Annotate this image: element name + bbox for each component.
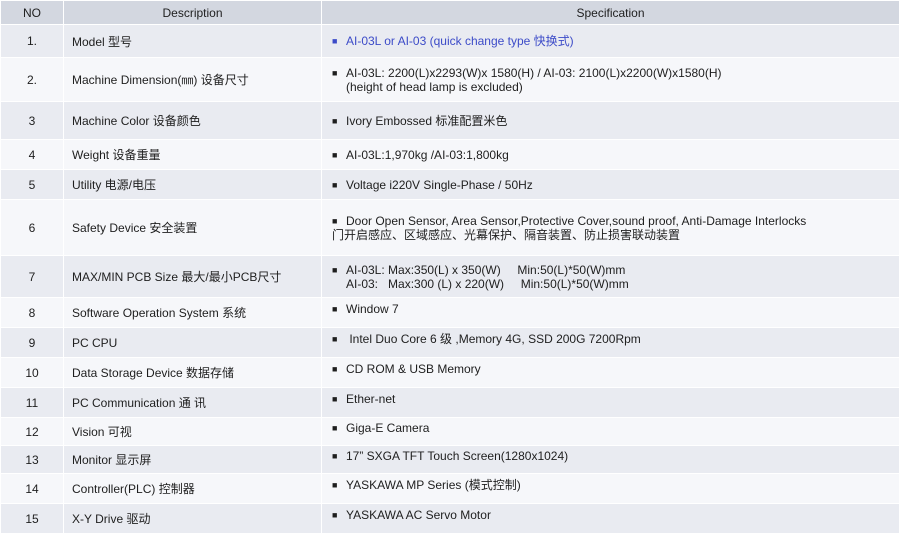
table-row: 3 Machine Color 设备颜色 ■ Ivory Embossed 标准… bbox=[0, 101, 900, 140]
spec-text: CD ROM & USB Memory bbox=[346, 362, 481, 376]
spec-text: YASKAWA MP Series (模式控制) bbox=[346, 478, 521, 492]
header-no: NO bbox=[0, 0, 64, 25]
bullet-icon: ■ bbox=[332, 215, 338, 226]
row-specification: ■ AI-03L: 2200(L)x2293(W)x 1580(H) / AI-… bbox=[321, 57, 900, 102]
bullet-icon: ■ bbox=[332, 304, 338, 314]
bullet-icon: ■ bbox=[332, 334, 338, 344]
row-number: 14 bbox=[0, 473, 64, 504]
row-specification: ■ Ether-net bbox=[321, 387, 900, 418]
bullet-icon: ■ bbox=[332, 179, 338, 190]
row-number: 5 bbox=[0, 169, 64, 200]
bullet-icon: ■ bbox=[332, 451, 338, 461]
row-number: 8 bbox=[0, 297, 64, 328]
row-description: Safety Device 安全装置 bbox=[63, 199, 322, 256]
row-number: 6 bbox=[0, 199, 64, 256]
row-specification: ■ AI-03L: Max:350(L) x 350(W) Min:50(L)*… bbox=[321, 255, 900, 298]
spec-text: Giga-E Camera bbox=[346, 421, 430, 435]
row-number: 11 bbox=[0, 387, 64, 418]
row-specification: ■ Voltage i220V Single-Phase / 50Hz bbox=[321, 169, 900, 200]
table-row: 10 Data Storage Device 数据存储 ■ CD ROM & U… bbox=[0, 357, 900, 388]
table-row: 1. Model 型号 ■ AI-03L or AI-03 (quick cha… bbox=[0, 24, 900, 58]
spec-text-line2: 门开启感应、区域感应、光幕保护、隔音装置、防止损害联动装置 bbox=[332, 227, 681, 242]
row-number: 3 bbox=[0, 101, 64, 140]
spec-text: Ivory Embossed 标准配置米色 bbox=[346, 113, 508, 128]
spec-text: Door Open Sensor, Area Sensor,Protective… bbox=[346, 213, 807, 228]
row-description: Machine Dimension(㎜) 设备尺寸 bbox=[63, 57, 322, 102]
row-number: 13 bbox=[0, 445, 64, 474]
row-description: Data Storage Device 数据存储 bbox=[63, 357, 322, 388]
row-number: 4 bbox=[0, 139, 64, 170]
table-row: 14 Controller(PLC) 控制器 ■ YASKAWA MP Seri… bbox=[0, 473, 900, 504]
row-number: 2. bbox=[0, 57, 64, 102]
row-description: PC CPU bbox=[63, 327, 322, 358]
row-specification: ■ AI-03L or AI-03 (quick change type 快换式… bbox=[321, 24, 900, 58]
row-number: 9 bbox=[0, 327, 64, 358]
header-specification: Specification bbox=[321, 0, 900, 25]
table-row: 2. Machine Dimension(㎜) 设备尺寸 ■ AI-03L: 2… bbox=[0, 57, 900, 102]
row-specification: ■ CD ROM & USB Memory bbox=[321, 357, 900, 388]
row-description: Model 型号 bbox=[63, 24, 322, 58]
bullet-icon: ■ bbox=[332, 115, 338, 126]
bullet-icon: ■ bbox=[332, 423, 338, 433]
row-number: 10 bbox=[0, 357, 64, 388]
row-specification: ■ YASKAWA MP Series (模式控制) bbox=[321, 473, 900, 504]
row-description: Monitor 显示屏 bbox=[63, 445, 322, 474]
row-specification: ■ AI-03L:1,970kg /AI-03:1,800kg bbox=[321, 139, 900, 170]
row-specification: ■ Ivory Embossed 标准配置米色 bbox=[321, 101, 900, 140]
spec-text: AI-03L or AI-03 (quick change type 快换式) bbox=[346, 34, 574, 48]
table-row: 11 PC Communication 通 讯 ■ Ether-net bbox=[0, 387, 900, 418]
bullet-icon: ■ bbox=[332, 149, 338, 160]
table-row: 7 MAX/MIN PCB Size 最大/最小PCB尺寸 ■ AI-03L: … bbox=[0, 255, 900, 298]
table-row: 9 PC CPU ■ Intel Duo Core 6 级 ,Memory 4G… bbox=[0, 327, 900, 358]
specification-table: NO Description Specification 1. Model 型号… bbox=[0, 0, 900, 534]
row-specification: ■ Window 7 bbox=[321, 297, 900, 328]
bullet-icon: ■ bbox=[332, 264, 338, 275]
table-header-row: NO Description Specification bbox=[0, 0, 900, 25]
spec-text: 17” SXGA TFT Touch Screen(1280x1024) bbox=[346, 449, 569, 463]
spec-text: AI-03L:1,970kg /AI-03:1,800kg bbox=[346, 147, 509, 162]
spec-text: AI-03L: 2200(L)x2293(W)x 1580(H) / AI-03… bbox=[346, 65, 722, 80]
spec-text: Window 7 bbox=[346, 302, 399, 316]
row-description: PC Communication 通 讯 bbox=[63, 387, 322, 418]
table-row: 13 Monitor 显示屏 ■ 17” SXGA TFT Touch Scre… bbox=[0, 445, 900, 474]
header-description: Description bbox=[63, 0, 322, 25]
row-specification: ■ 17” SXGA TFT Touch Screen(1280x1024) bbox=[321, 445, 900, 474]
spec-text: Voltage i220V Single-Phase / 50Hz bbox=[346, 177, 533, 192]
row-description: Vision 可视 bbox=[63, 417, 322, 446]
row-specification: ■ Intel Duo Core 6 级 ,Memory 4G, SSD 200… bbox=[321, 327, 900, 358]
table-row: 15 X-Y Drive 驱动 ■ YASKAWA AC Servo Motor bbox=[0, 503, 900, 534]
spec-text: Ether-net bbox=[346, 392, 396, 406]
row-description: Weight 设备重量 bbox=[63, 139, 322, 170]
row-description: X-Y Drive 驱动 bbox=[63, 503, 322, 534]
row-number: 7 bbox=[0, 255, 64, 298]
spec-text: Intel Duo Core 6 级 ,Memory 4G, SSD 200G … bbox=[346, 332, 641, 346]
row-specification: ■ Door Open Sensor, Area Sensor,Protecti… bbox=[321, 199, 900, 256]
row-number: 12 bbox=[0, 417, 64, 446]
bullet-icon: ■ bbox=[332, 364, 338, 374]
bullet-icon: ■ bbox=[332, 394, 338, 404]
spec-text-line2: (height of head lamp is excluded) bbox=[346, 79, 523, 94]
row-number: 15 bbox=[0, 503, 64, 534]
row-specification: ■ YASKAWA AC Servo Motor bbox=[321, 503, 900, 534]
table-row: 6 Safety Device 安全装置 ■ Door Open Sensor,… bbox=[0, 199, 900, 256]
bullet-icon: ■ bbox=[332, 480, 338, 490]
spec-text: AI-03L: Max:350(L) x 350(W) Min:50(L)*50… bbox=[346, 262, 626, 277]
bullet-icon: ■ bbox=[332, 67, 338, 78]
row-description: MAX/MIN PCB Size 最大/最小PCB尺寸 bbox=[63, 255, 322, 298]
table-row: 12 Vision 可视 ■ Giga-E Camera bbox=[0, 417, 900, 446]
row-description: Software Operation System 系统 bbox=[63, 297, 322, 328]
spec-text-line2: AI-03: Max:300 (L) x 220(W) Min:50(L)*50… bbox=[346, 276, 629, 291]
spec-text: YASKAWA AC Servo Motor bbox=[346, 508, 491, 522]
row-specification: ■ Giga-E Camera bbox=[321, 417, 900, 446]
table-row: 5 Utility 电源/电压 ■ Voltage i220V Single-P… bbox=[0, 169, 900, 200]
bullet-icon: ■ bbox=[332, 36, 338, 46]
row-number: 1. bbox=[0, 24, 64, 58]
row-description: Machine Color 设备颜色 bbox=[63, 101, 322, 140]
table-row: 8 Software Operation System 系统 ■ Window … bbox=[0, 297, 900, 328]
row-description: Controller(PLC) 控制器 bbox=[63, 473, 322, 504]
bullet-icon: ■ bbox=[332, 510, 338, 520]
row-description: Utility 电源/电压 bbox=[63, 169, 322, 200]
table-row: 4 Weight 设备重量 ■ AI-03L:1,970kg /AI-03:1,… bbox=[0, 139, 900, 170]
